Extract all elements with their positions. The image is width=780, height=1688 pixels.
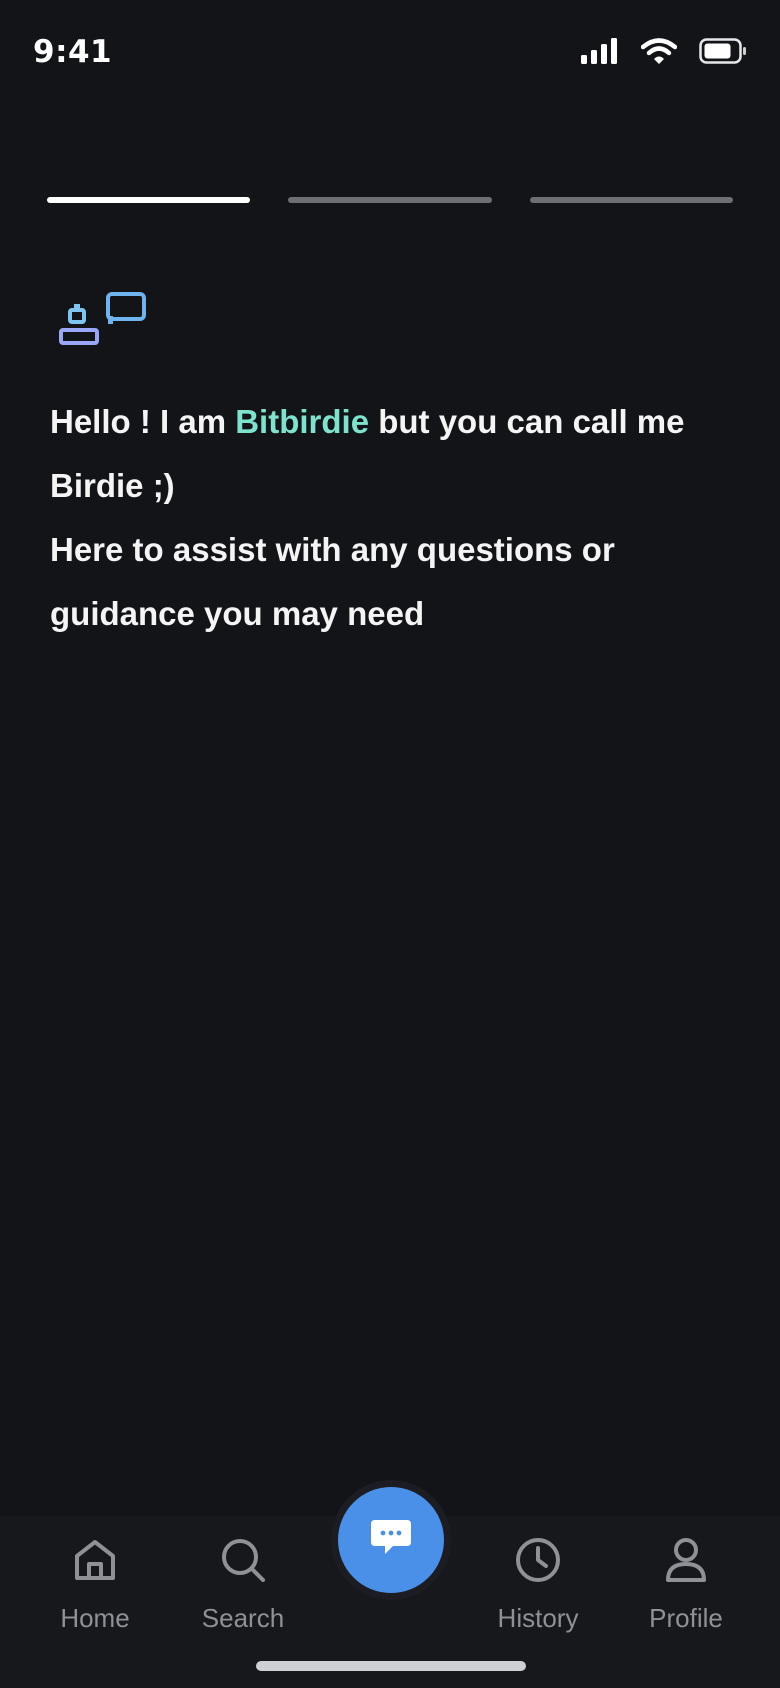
tab-history-label: History: [497, 1603, 579, 1633]
intro-line-1: Hello ! I am Bitbirdie but you can call …: [50, 390, 740, 518]
status-time: 9:41: [33, 34, 113, 70]
home-icon: [35, 1536, 155, 1589]
search-icon: [183, 1536, 303, 1589]
assistant-chat-icon: [58, 292, 150, 356]
tab-profile-label: Profile: [649, 1603, 723, 1633]
tab-search[interactable]: Search: [183, 1536, 303, 1634]
tab-home[interactable]: Home: [35, 1536, 155, 1634]
greeting-prefix: Hello ! I am: [50, 403, 236, 440]
progress-step-2: [288, 197, 492, 203]
app-screen: 9:41 Hello ! I am Bitbirdie but you can …: [0, 0, 780, 1688]
chat-bubble-icon: [369, 1518, 413, 1563]
status-bar: 9:41: [0, 0, 780, 108]
brand-name: Bitbirdie: [235, 403, 370, 440]
assistant-intro-message: Hello ! I am Bitbirdie but you can call …: [50, 390, 740, 646]
person-icon: [626, 1536, 746, 1589]
status-icons: [581, 38, 747, 69]
onboarding-progress: [47, 197, 733, 203]
battery-icon: [699, 38, 747, 69]
tab-home-label: Home: [60, 1603, 130, 1633]
home-indicator[interactable]: [256, 1661, 526, 1671]
tab-profile[interactable]: Profile: [626, 1536, 746, 1634]
intro-line-2: Here to assist with any questions or gui…: [50, 531, 615, 632]
progress-step-1: [47, 197, 251, 203]
tab-search-label: Search: [201, 1603, 285, 1633]
signal-icon: [581, 38, 619, 69]
progress-step-3: [529, 197, 733, 203]
chat-action-button[interactable]: [338, 1487, 444, 1593]
tab-history[interactable]: History: [478, 1536, 598, 1634]
clock-icon: [478, 1536, 598, 1589]
wifi-icon: [640, 38, 678, 69]
